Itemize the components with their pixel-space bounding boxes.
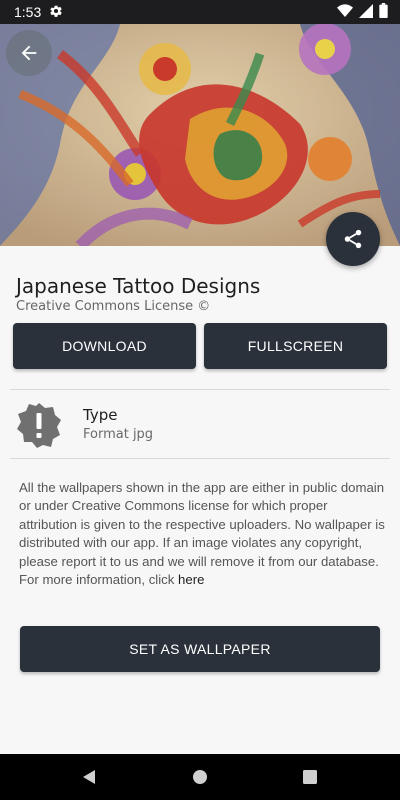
battery-icon <box>379 3 388 21</box>
status-time: 1:53 <box>14 4 42 20</box>
divider <box>10 389 390 390</box>
back-nav-button[interactable] <box>79 767 99 787</box>
alert-badge-icon <box>16 402 62 448</box>
tattoo-artwork <box>0 24 400 246</box>
disclaimer-text: All the wallpapers shown in the app are … <box>19 479 385 589</box>
triangle-back-icon <box>83 770 95 784</box>
back-button[interactable] <box>6 30 52 76</box>
arrow-back-icon <box>21 45 37 61</box>
share-icon <box>344 229 362 249</box>
more-info-link[interactable]: here <box>178 572 204 587</box>
disclaimer-body: All the wallpapers shown in the app are … <box>19 480 385 588</box>
home-nav-button[interactable] <box>190 767 210 787</box>
signal-icon <box>359 3 373 21</box>
recents-nav-button[interactable] <box>300 767 320 787</box>
fullscreen-button[interactable]: FULLSCREEN <box>204 323 387 369</box>
type-value: Format jpg <box>83 427 154 442</box>
license-text: Creative Commons License © <box>16 299 211 314</box>
wifi-icon <box>337 3 353 21</box>
divider <box>10 458 390 459</box>
type-label: Type <box>83 406 118 424</box>
wallpaper-title: Japanese Tattoo Designs <box>16 274 261 298</box>
wallpaper-details: Japanese Tattoo Designs Creative Commons… <box>0 246 400 754</box>
wallpaper-preview-image[interactable] <box>0 24 400 246</box>
status-bar: 1:53 <box>0 0 400 24</box>
system-navigation-bar <box>0 754 400 800</box>
circle-home-icon <box>193 770 207 784</box>
gear-icon <box>49 4 63 21</box>
square-recents-icon <box>303 770 317 784</box>
share-button[interactable] <box>326 212 380 266</box>
set-as-wallpaper-button[interactable]: SET AS WALLPAPER <box>20 626 380 672</box>
download-button[interactable]: DOWNLOAD <box>13 323 196 369</box>
